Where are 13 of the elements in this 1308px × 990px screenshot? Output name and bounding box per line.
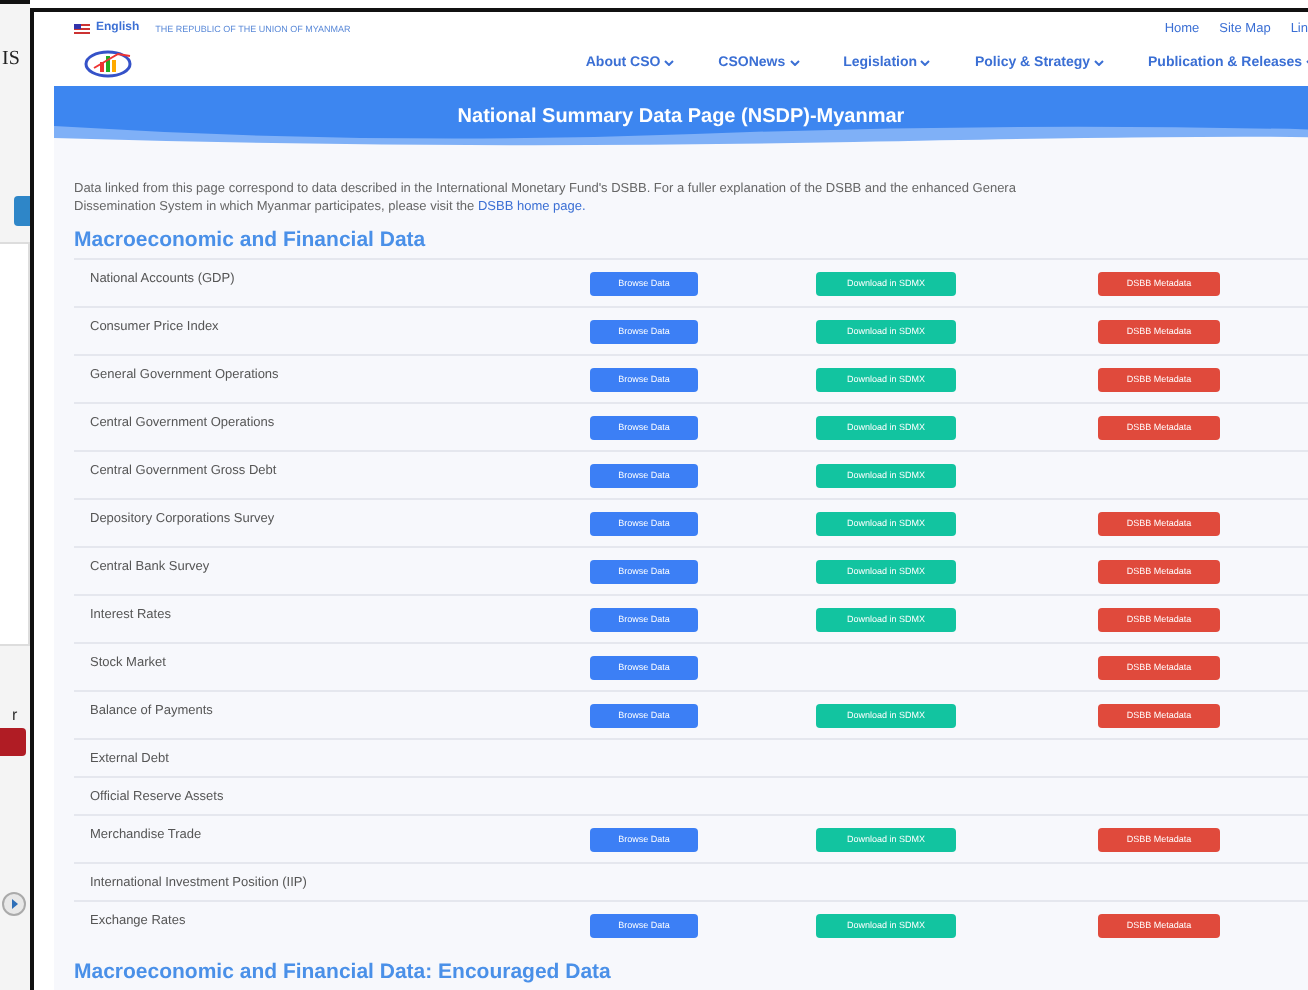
caret-icon [789, 60, 800, 67]
action-button-fragment[interactable] [0, 728, 26, 756]
label-fragment: r [12, 706, 20, 724]
button-fragment[interactable] [14, 196, 30, 226]
caret-icon [920, 60, 931, 67]
caret-icon [664, 60, 675, 67]
section-heading: Macroeconomic and Financial Data: Encouraged Data [74, 960, 613, 984]
caret-icon [1094, 60, 1105, 67]
section-heading: Macroeconomic and Financial Data [74, 228, 428, 252]
banner-title: National Summary Data Page (NSDP)-Myanmar [457, 106, 905, 129]
flag-icon [74, 23, 90, 34]
window-title-fragment: IS [2, 48, 22, 70]
arrow-button-icon[interactable] [2, 892, 26, 916]
